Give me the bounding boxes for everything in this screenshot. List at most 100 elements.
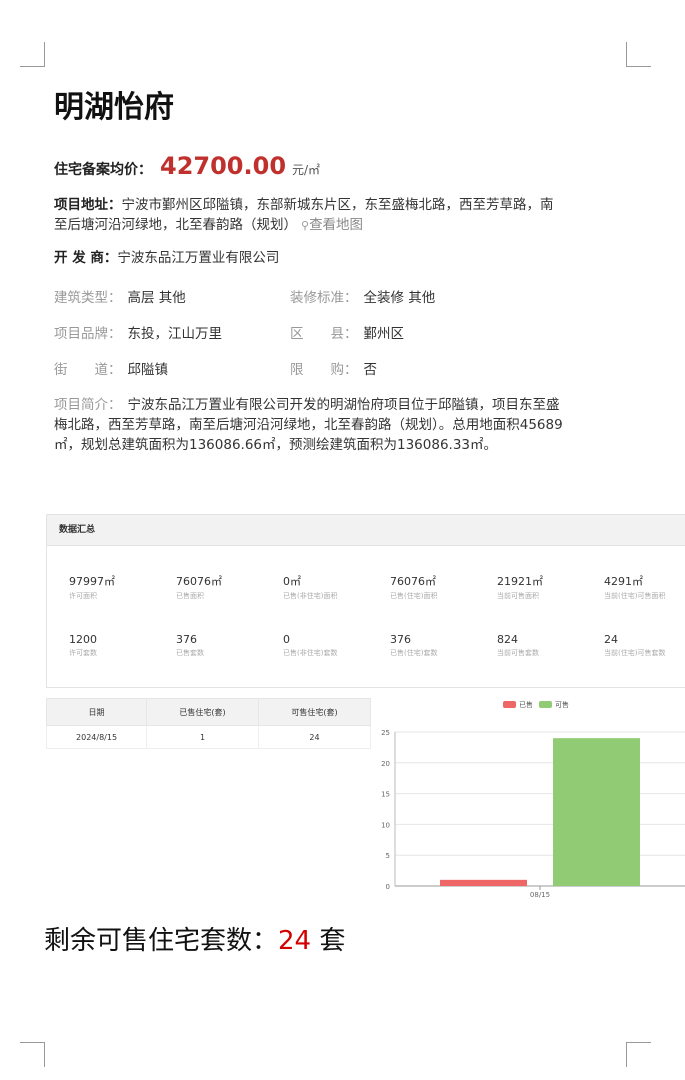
address-label: 项目地址： <box>54 197 122 213</box>
field-value: 否 <box>363 362 378 378</box>
stat-label: 已售(住宅)面积 <box>390 592 438 600</box>
table-cell: 2024/8/15 <box>45 725 148 749</box>
stat-sold-nonres-area: 0㎡已售(非住宅)面积 <box>283 573 337 601</box>
stat-value: 376 <box>176 633 197 646</box>
stat-sold-area: 76076㎡已售面积 <box>176 573 222 601</box>
field-label: 限 购： <box>290 362 358 378</box>
legend-label: 可售 <box>555 700 569 709</box>
bar-available <box>553 738 640 886</box>
price-unit: 元/㎡ <box>292 163 321 177</box>
remaining-number: 24 <box>278 926 312 956</box>
table-row: 2024/8/15 1 24 <box>45 725 371 749</box>
stat-value: 97997㎡ <box>69 575 115 588</box>
map-pin-icon[interactable]: ⚲ <box>301 219 309 232</box>
remaining-suffix: 套 <box>311 926 346 956</box>
stat-sold-res-units: 376 已售(住宅)套数 <box>390 633 437 658</box>
project-address: 项目地址：宁波市鄞州区邱隘镇，东部新城东片区，东至盛梅北路，西至芳草路，南至后塘… <box>54 195 564 236</box>
stat-permit-area: 97997㎡许可面积 <box>69 573 115 601</box>
stat-available-units: 824 当前可售套数 <box>497 633 539 658</box>
remaining-units-line: 剩余可售住宅套数：24 套 <box>44 920 345 957</box>
legend-swatch <box>539 701 552 708</box>
bar-sold <box>440 879 527 886</box>
intro-label: 项目简介： <box>54 397 122 413</box>
field-label: 项目品牌： <box>54 326 122 342</box>
crop-mark-top-right <box>626 42 651 67</box>
crop-mark-top-left <box>20 42 45 67</box>
crop-mark-bottom-right <box>626 1042 651 1067</box>
remaining-prefix: 剩余可售住宅套数： <box>44 926 279 956</box>
field-value: 高层 其他 <box>127 290 186 306</box>
y-tick-label: 25 <box>381 729 390 737</box>
stat-label: 已售(住宅)套数 <box>390 649 438 657</box>
project-intro: 项目简介： 宁波东品江万置业有限公司开发的明湖怡府项目位于邱隘镇，项目东至盛梅北路… <box>54 395 569 455</box>
crop-mark-bottom-left <box>20 1042 45 1067</box>
column-header: 日期 <box>45 698 148 726</box>
table-cell: 1 <box>146 725 260 749</box>
stat-label: 当前(住宅)可售面积 <box>604 592 666 600</box>
stat-label: 已售(非住宅)套数 <box>283 649 338 657</box>
developer-row: 开 发 商：宁波东品江万置业有限公司 <box>54 246 279 266</box>
stat-value: 824 <box>497 633 518 646</box>
stat-value: 24 <box>604 633 618 646</box>
stat-available-res-area: 4291㎡当前(住宅)可售面积 <box>604 573 665 601</box>
stat-label: 许可套数 <box>69 649 97 657</box>
field-value: 东投，江山万里 <box>127 326 223 342</box>
x-tick-label: 08/15 <box>530 891 550 899</box>
price-label: 住宅备案均价： <box>54 162 152 178</box>
field-value: 鄞州区 <box>363 326 405 342</box>
stat-value: 21921㎡ <box>497 575 543 588</box>
stat-sold-nonres-units: 0 已售(非住宅)套数 <box>283 633 337 658</box>
summary-title: 数据汇总 <box>47 515 685 546</box>
price-row: 住宅备案均价： 42700.00 元/㎡ <box>54 152 320 180</box>
stat-label: 已售套数 <box>176 649 204 657</box>
stat-value: 0㎡ <box>283 575 301 588</box>
field-value: 全装修 其他 <box>363 290 436 306</box>
stat-permit-units: 1200 许可套数 <box>69 633 97 658</box>
column-header: 可售住宅(套) <box>258 698 371 726</box>
stat-value: 1200 <box>69 633 97 646</box>
field-district: 区 县： 鄞州区 <box>290 322 404 342</box>
field-building-type: 建筑类型： 高层 其他 <box>54 286 186 306</box>
field-street: 街 道： 邱隘镇 <box>54 358 168 378</box>
field-label: 建筑类型： <box>54 290 122 306</box>
field-label: 街 道： <box>54 362 122 378</box>
stat-value: 76076㎡ <box>176 575 222 588</box>
stat-value: 76076㎡ <box>390 575 436 588</box>
price-value: 42700.00 <box>160 152 287 180</box>
stat-label: 已售面积 <box>176 592 204 600</box>
developer-value: 宁波东品江万置业有限公司 <box>117 250 280 266</box>
stat-sold-units: 376 已售套数 <box>176 633 204 658</box>
table-header-row: 日期 已售住宅(套) 可售住宅(套) <box>45 698 371 726</box>
data-summary-panel: 数据汇总 97997㎡许可面积 76076㎡已售面积 0㎡已售(非住宅)面积 7… <box>46 514 685 688</box>
sales-bar-chart: 0 5 10 15 20 25 08/15 已售 可售 <box>381 700 685 899</box>
column-header: 已售住宅(套) <box>146 698 260 726</box>
stat-label: 当前可售面积 <box>497 592 539 600</box>
stat-available-res-units: 24 当前(住宅)可售套数 <box>604 633 665 658</box>
project-title: 明湖怡府 <box>54 90 174 125</box>
view-map-link[interactable]: 查看地图 <box>309 217 363 233</box>
stat-label: 当前可售套数 <box>497 649 539 657</box>
y-tick-label: 10 <box>381 821 390 829</box>
field-value: 邱隘镇 <box>127 362 169 378</box>
y-tick-label: 5 <box>386 852 390 860</box>
stat-label: 许可面积 <box>69 592 97 600</box>
stat-value: 376 <box>390 633 411 646</box>
legend-label: 已售 <box>519 700 533 709</box>
field-label: 区 县： <box>290 326 358 342</box>
field-decoration: 装修标准： 全装修 其他 <box>290 286 435 306</box>
legend-swatch <box>503 701 516 708</box>
y-tick-label: 20 <box>381 760 390 768</box>
table-cell: 24 <box>258 725 371 749</box>
stat-label: 已售(非住宅)面积 <box>283 592 338 600</box>
stat-value: 4291㎡ <box>604 575 643 588</box>
stat-available-area: 21921㎡当前可售面积 <box>497 573 543 601</box>
stat-label: 当前(住宅)可售套数 <box>604 649 666 657</box>
developer-label: 开 发 商： <box>54 250 118 266</box>
y-tick-label: 15 <box>381 791 390 799</box>
stat-sold-res-area: 76076㎡已售(住宅)面积 <box>390 573 437 601</box>
intro-text: 宁波东品江万置业有限公司开发的明湖怡府项目位于邱隘镇，项目东至盛梅北路，西至芳草… <box>54 397 563 453</box>
y-tick-label: 0 <box>386 883 390 891</box>
stat-value: 0 <box>283 633 290 646</box>
field-label: 装修标准： <box>290 290 358 306</box>
field-purchase-limit: 限 购： 否 <box>290 358 377 378</box>
